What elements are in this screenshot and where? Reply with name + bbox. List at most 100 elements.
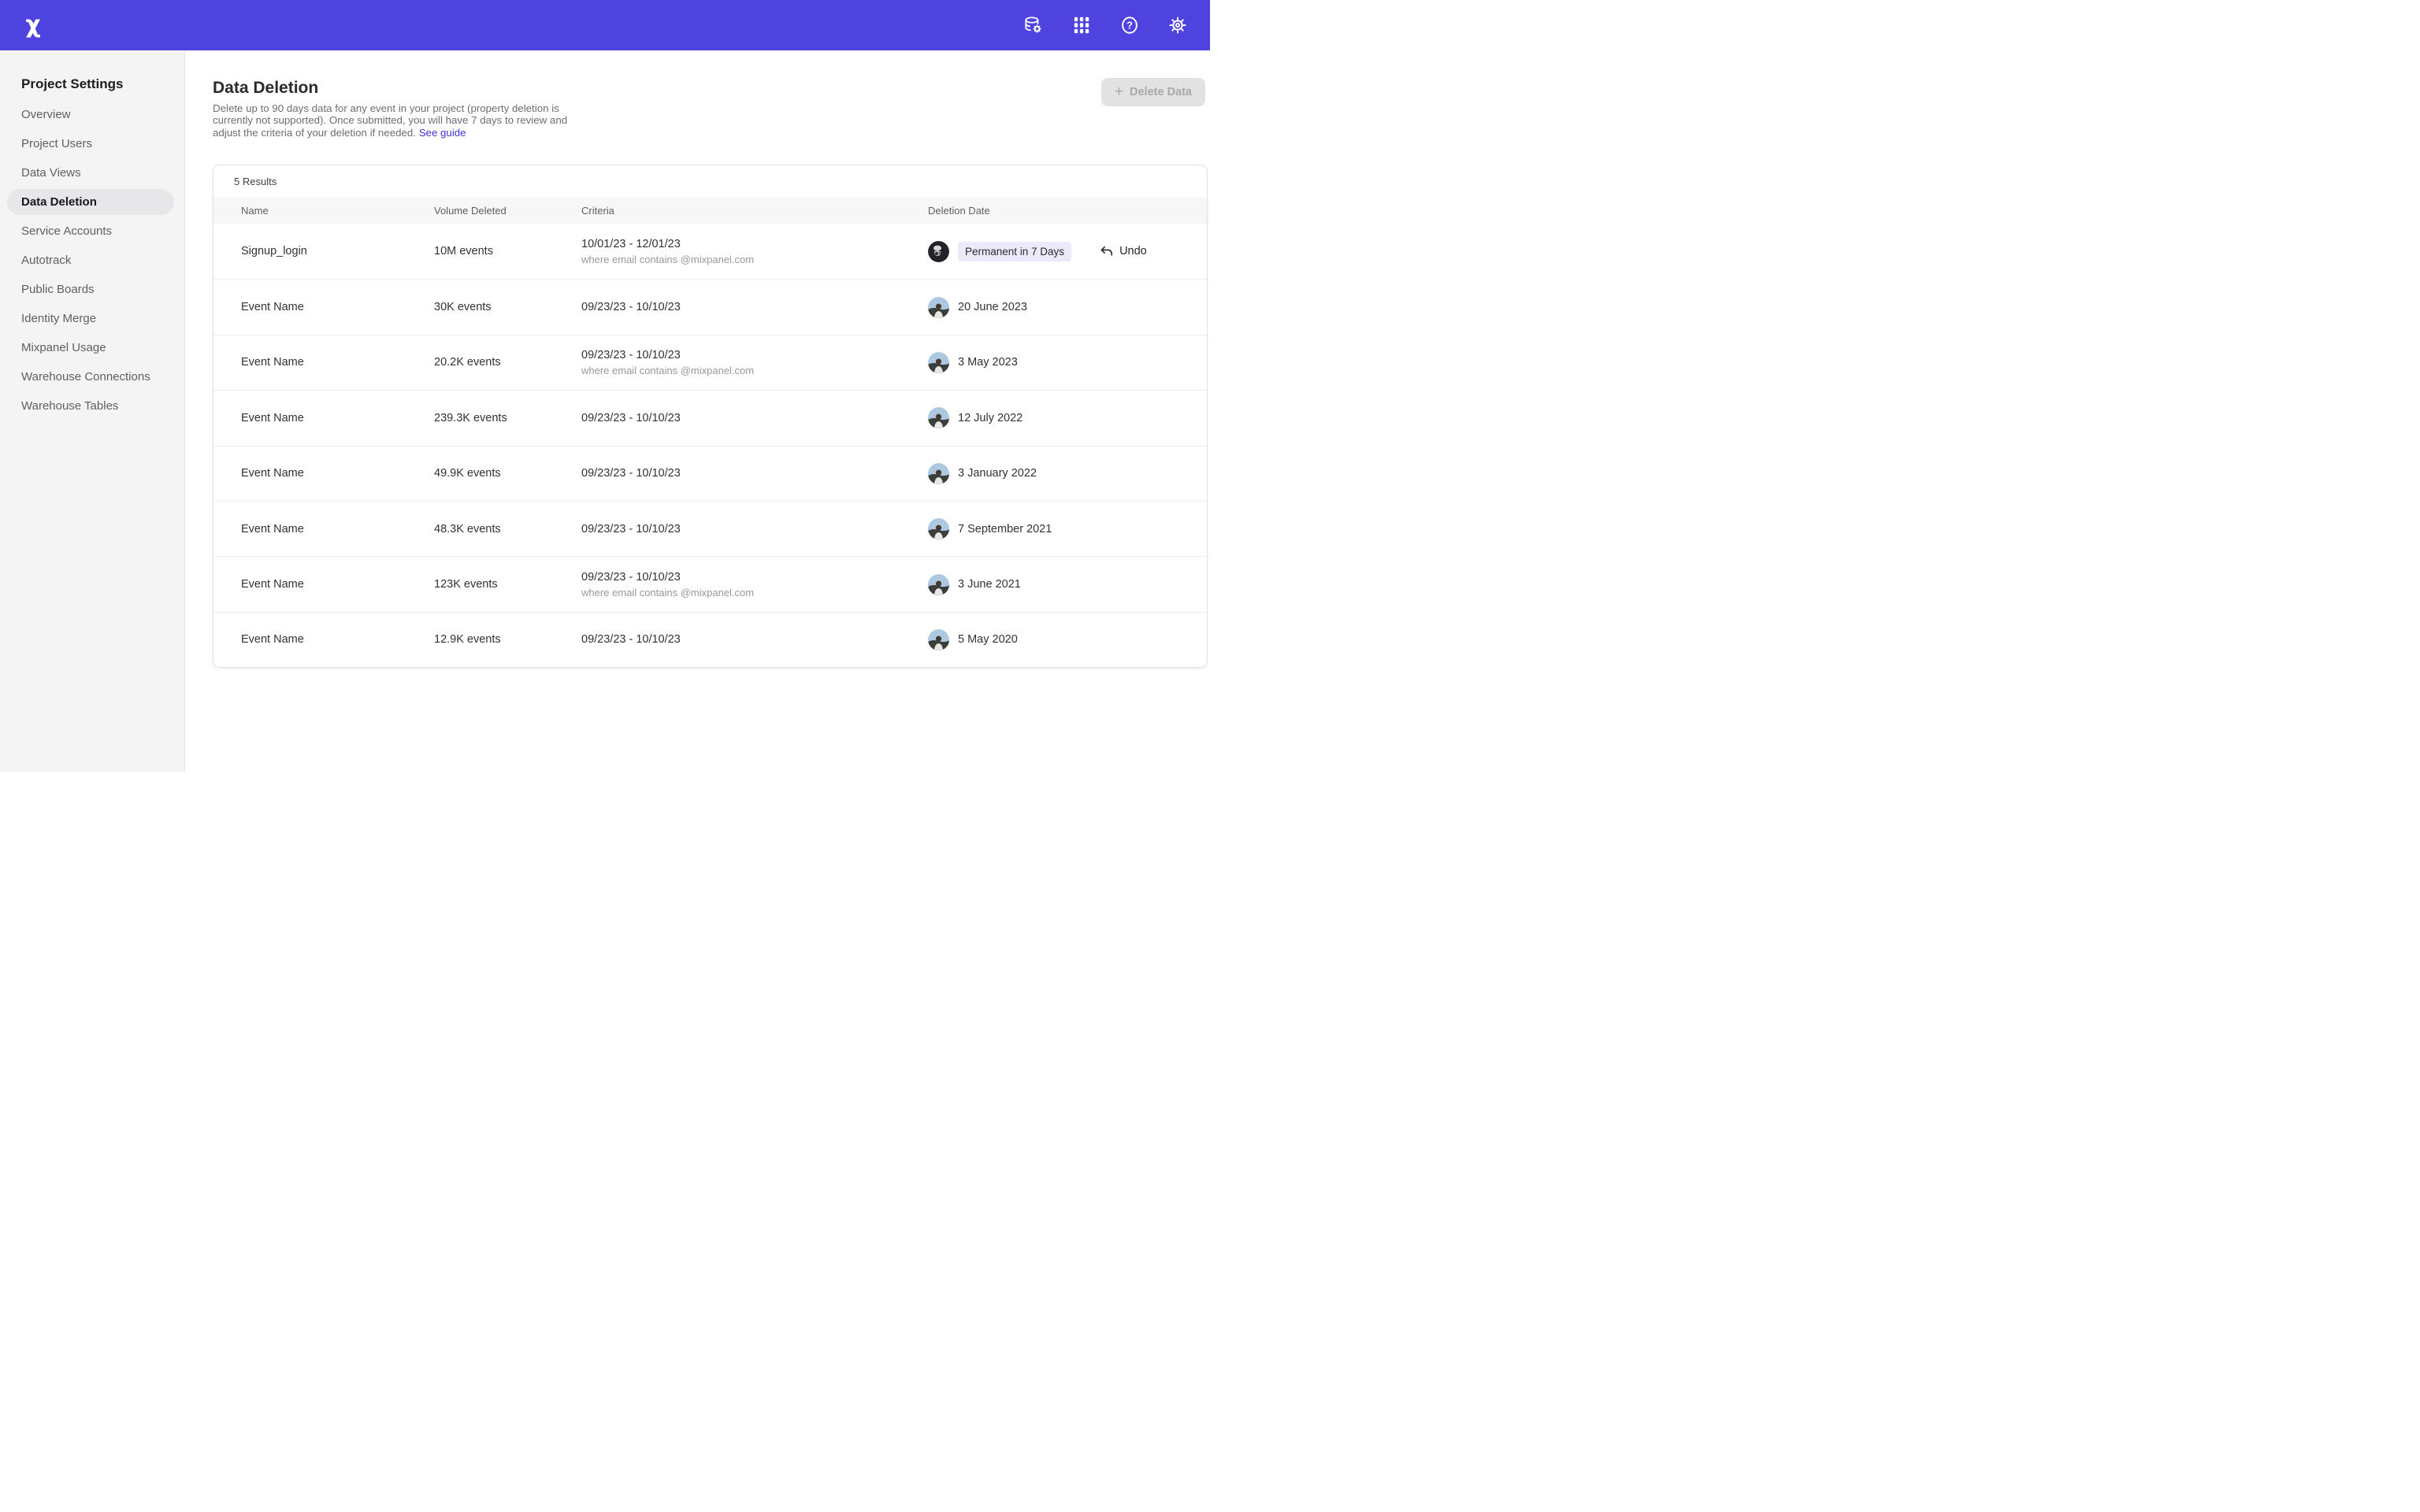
criteria-date-range: 09/23/23 - 10/10/23 <box>581 571 928 584</box>
description-line-2: currently not supported). Once submitted… <box>213 114 567 126</box>
event-name-cell: Event Name <box>241 578 434 591</box>
sidebar-item-warehouse-connections[interactable]: Warehouse Connections <box>7 364 174 390</box>
user-photo-avatar <box>928 407 949 428</box>
deletion-date-cell: 3 January 2022 <box>928 463 1207 484</box>
svg-text:?: ? <box>1126 20 1133 32</box>
volume-deleted-cell: 10M events <box>434 245 581 258</box>
sidebar-item-identity-merge[interactable]: Identity Merge <box>7 306 174 332</box>
criteria-filter-text: where email contains @mixpanel.com <box>581 365 928 376</box>
column-header-criteria: Criteria <box>581 205 928 217</box>
page-description: Delete up to 90 days data for any event … <box>213 102 583 139</box>
description-line-1: Delete up to 90 days data for any event … <box>213 102 559 114</box>
sidebar-item-label: Mixpanel Usage <box>21 341 106 354</box>
sidebar-item-label: Public Boards <box>21 283 95 296</box>
deletion-date-cell: 7 September 2021 <box>928 518 1207 539</box>
user-photo-avatar <box>928 574 949 595</box>
project-settings-sidebar: Project Settings Overview Project Users … <box>0 50 185 772</box>
sidebar-item-warehouse-tables[interactable]: Warehouse Tables <box>7 393 174 419</box>
criteria-cell: 09/23/23 - 10/10/23 <box>581 301 928 313</box>
apps-grid-icon[interactable] <box>1071 15 1092 35</box>
volume-deleted-cell: 239.3K events <box>434 412 581 424</box>
deletion-requests-card: 5 Results Name Volume Deleted Criteria D… <box>213 165 1208 668</box>
sidebar-item-overview[interactable]: Overview <box>7 102 174 128</box>
sidebar-item-data-deletion[interactable]: Data Deletion <box>7 189 174 215</box>
table-body: Signup_login 10M events 10/01/23 - 12/01… <box>213 224 1207 667</box>
column-header-volume-deleted: Volume Deleted <box>434 205 581 217</box>
sidebar-item-autotrack[interactable]: Autotrack <box>7 247 174 273</box>
deletion-date-text: 3 May 2023 <box>958 356 1018 369</box>
deletion-date-cell: 3 May 2023 <box>928 352 1207 373</box>
permanent-in-7-days-badge: Permanent in 7 Days <box>958 242 1071 261</box>
sidebar-item-service-accounts[interactable]: Service Accounts <box>7 218 174 244</box>
sidebar-item-label: Data Deletion <box>21 195 97 209</box>
criteria-date-range: 10/01/23 - 12/01/23 <box>581 238 928 250</box>
event-name-cell: Event Name <box>241 301 434 313</box>
deletion-date-text: 3 January 2022 <box>958 467 1037 480</box>
deletion-date-text: 20 June 2023 <box>958 301 1027 313</box>
table-row: Event Name 123K events 09/23/23 - 10/10/… <box>213 556 1207 611</box>
table-row: Event Name 20.2K events 09/23/23 - 10/10… <box>213 335 1207 390</box>
see-guide-link[interactable]: See guide <box>419 127 466 139</box>
deletion-date-text: 12 July 2022 <box>958 412 1023 424</box>
event-name-cell: Event Name <box>241 633 434 646</box>
deletion-date-cell: 20 June 2023 <box>928 297 1207 318</box>
deletion-date-text: 7 September 2021 <box>958 523 1052 536</box>
column-header-deletion-date: Deletion Date <box>928 205 1207 217</box>
criteria-cell: 09/23/23 - 10/10/23 where email contains… <box>581 349 928 376</box>
settings-gear-icon[interactable] <box>1167 15 1188 35</box>
event-name-cell: Event Name <box>241 523 434 536</box>
sidebar-item-public-boards[interactable]: Public Boards <box>7 276 174 302</box>
volume-deleted-cell: 48.3K events <box>434 523 581 536</box>
sidebar-item-label: Project Users <box>21 137 92 150</box>
criteria-cell: 10/01/23 - 12/01/23 where email contains… <box>581 238 928 265</box>
event-name-cell: Event Name <box>241 356 434 369</box>
criteria-date-range: 09/23/23 - 10/10/23 <box>581 349 928 361</box>
sidebar-item-mixpanel-usage[interactable]: Mixpanel Usage <box>7 335 174 361</box>
undo-icon <box>1099 244 1114 259</box>
volume-deleted-cell: 123K events <box>434 578 581 591</box>
table-row: Signup_login 10M events 10/01/23 - 12/01… <box>213 224 1207 279</box>
user-photo-avatar <box>928 518 949 539</box>
criteria-cell: 09/23/23 - 10/10/23 <box>581 633 928 646</box>
dark-illustrated-avatar <box>928 241 949 262</box>
column-header-name: Name <box>241 205 434 217</box>
event-name-cell: Signup_login <box>241 245 434 258</box>
main-content: Data Deletion Delete up to 90 days data … <box>185 50 1210 772</box>
table-row: Event Name 30K events 09/23/23 - 10/10/2… <box>213 279 1207 334</box>
table-header-row: Name Volume Deleted Criteria Deletion Da… <box>213 198 1207 224</box>
sidebar-item-label: Warehouse Tables <box>21 399 118 413</box>
table-row: Event Name 48.3K events 09/23/23 - 10/10… <box>213 501 1207 556</box>
page-title: Data Deletion <box>213 79 318 98</box>
delete-data-button[interactable]: + Delete Data <box>1101 78 1205 106</box>
sidebar-item-data-views[interactable]: Data Views <box>7 160 174 186</box>
sidebar-item-label: Warehouse Connections <box>21 370 150 384</box>
results-count: 5 Results <box>213 165 1207 198</box>
sidebar-item-label: Autotrack <box>21 254 71 267</box>
event-name-cell: Event Name <box>241 412 434 424</box>
criteria-filter-text: where email contains @mixpanel.com <box>581 587 928 598</box>
criteria-cell: 09/23/23 - 10/10/23 <box>581 467 928 480</box>
volume-deleted-cell: 12.9K events <box>434 633 581 646</box>
mixpanel-logo-icon[interactable]: χ <box>16 0 50 50</box>
user-photo-avatar <box>928 629 949 650</box>
criteria-cell: 09/23/23 - 10/10/23 <box>581 412 928 424</box>
deletion-date-cell: Permanent in 7 Days Undo <box>928 241 1207 262</box>
description-line-3: adjust the criteria of your deletion if … <box>213 127 416 139</box>
table-row: Event Name 49.9K events 09/23/23 - 10/10… <box>213 446 1207 501</box>
sidebar-item-label: Service Accounts <box>21 224 112 238</box>
data-settings-icon[interactable] <box>1023 15 1044 35</box>
help-icon[interactable]: ? <box>1119 15 1140 35</box>
sidebar-item-project-users[interactable]: Project Users <box>7 131 174 157</box>
volume-deleted-cell: 20.2K events <box>434 356 581 369</box>
event-name-cell: Event Name <box>241 467 434 480</box>
undo-button[interactable]: Undo <box>1099 244 1147 259</box>
plus-icon: + <box>1115 84 1123 99</box>
criteria-date-range: 09/23/23 - 10/10/23 <box>581 523 928 536</box>
volume-deleted-cell: 30K events <box>434 301 581 313</box>
user-photo-avatar <box>928 352 949 373</box>
criteria-date-range: 09/23/23 - 10/10/23 <box>581 301 928 313</box>
sidebar-item-label: Overview <box>21 108 71 121</box>
deletion-date-cell: 3 June 2021 <box>928 574 1207 595</box>
user-photo-avatar <box>928 297 949 318</box>
deletion-date-text: 5 May 2020 <box>958 633 1018 646</box>
